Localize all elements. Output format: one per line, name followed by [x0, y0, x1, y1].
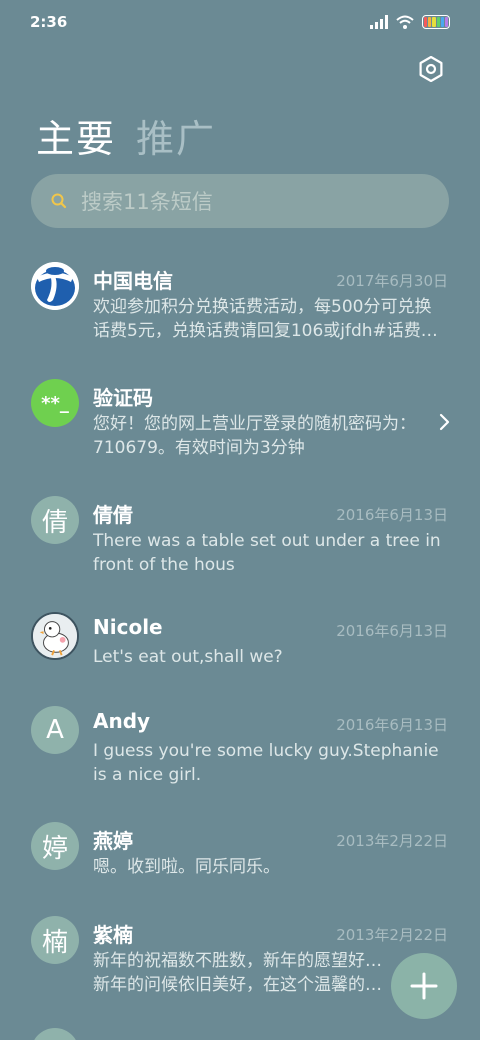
- avatar: A: [31, 706, 79, 754]
- message-line: 嗯。收到啦。同乐同乐。: [93, 857, 280, 877]
- avatar: **_: [31, 379, 79, 427]
- message-preview: There was a table set out under a tree i…: [93, 529, 447, 577]
- tab-primary[interactable]: 主要: [36, 108, 116, 163]
- conversation-item[interactable]: 婷 燕婷 2013年2月22日 嗯。收到啦。同乐同乐。: [0, 818, 480, 908]
- message-preview: 新年的祝福数不胜数，新年的愿望好多好多 新年的问候依旧美好，在这个温馨的时刻: [93, 949, 393, 997]
- message-line: 您好！您的网上营业厅登录的随机密码为：: [93, 414, 416, 434]
- message-line: 话费5元，兑换话费请回复106或jfdh#话费…: [93, 321, 438, 341]
- message-date: 2013年2月22日: [336, 926, 448, 944]
- message-preview: 您好！您的网上营业厅登录的随机密码为： 710679。有效时间为3分钟: [93, 412, 433, 460]
- avatar: 楠: [31, 916, 79, 964]
- message-line: 710679。有效时间为3分钟: [93, 438, 305, 458]
- conversation-item[interactable]: Nicole 2016年6月13日 Let's eat out,shall we…: [0, 608, 480, 698]
- conversation-item[interactable]: A Andy 2016年6月13日 I guess you're some lu…: [0, 702, 480, 812]
- message-preview: Let's eat out,shall we?: [93, 645, 447, 669]
- contact-name: 验证码: [93, 386, 153, 410]
- contact-name: 倩倩: [93, 503, 133, 527]
- message-preview: 嗯。收到啦。同乐同乐。: [93, 855, 447, 879]
- message-preview: 欢迎参加积分兑换话费活动，每500分可兑换 话费5元，兑换话费请回复106或jf…: [93, 295, 447, 343]
- message-preview: I guess you're some lucky guy.Stephanie …: [93, 739, 447, 787]
- message-line: is a nice girl.: [93, 765, 202, 785]
- settings-gear-icon[interactable]: [418, 56, 444, 82]
- avatar: 倩: [31, 496, 79, 544]
- message-line: 新年的问候依旧美好，在这个温馨的时刻: [93, 975, 393, 995]
- contact-name: 燕婷: [93, 829, 133, 853]
- contact-name: 中国电信: [93, 269, 173, 293]
- signal-icon: [370, 15, 388, 29]
- chevron-right-icon[interactable]: [438, 413, 450, 431]
- message-date: 2016年6月13日: [336, 716, 448, 734]
- status-bar: 2:36: [0, 0, 480, 44]
- message-line: Let's eat out,shall we?: [93, 647, 283, 667]
- conversation-item[interactable]: **_ 验证码 您好！您的网上营业厅登录的随机密码为： 710679。有效时间为…: [0, 375, 480, 485]
- avatar: [31, 1028, 79, 1040]
- message-line: 欢迎参加积分兑换话费活动，每500分可兑换: [93, 297, 432, 317]
- search-placeholder: 搜索11条短信: [81, 190, 213, 214]
- conversation-item[interactable]: 中国电信 2017年6月30日 欢迎参加积分兑换话费活动，每500分可兑换 话费…: [0, 258, 480, 368]
- wifi-icon: [396, 15, 414, 29]
- contact-name: Nicole: [93, 615, 163, 639]
- message-line: There was a table set out under a tree i…: [93, 531, 441, 551]
- search-input[interactable]: 搜索11条短信: [31, 174, 449, 228]
- message-date: 2016年6月13日: [336, 622, 448, 640]
- search-icon: [51, 193, 67, 209]
- status-icons: [370, 15, 450, 29]
- contact-name: Andy: [93, 709, 151, 733]
- message-line: front of the hous: [93, 555, 235, 575]
- message-date: 2013年2月22日: [336, 832, 448, 850]
- plus-icon: [410, 972, 438, 1000]
- message-date: 2016年6月13日: [336, 506, 448, 524]
- conversation-item[interactable]: 倩 倩倩 2016年6月13日 There was a table set ou…: [0, 492, 480, 602]
- tab-promotions[interactable]: 推广: [136, 108, 216, 163]
- contact-name: 紫楠: [93, 923, 133, 947]
- message-line: I guess you're some lucky guy.Stephanie: [93, 741, 439, 761]
- status-time: 2:36: [30, 13, 68, 31]
- new-message-button[interactable]: [391, 953, 457, 1019]
- message-date: 2017年6月30日: [336, 272, 448, 290]
- conversation-item[interactable]: [0, 1028, 480, 1040]
- avatar: 婷: [31, 822, 79, 870]
- china-telecom-logo-icon: [31, 262, 79, 310]
- message-line: 新年的祝福数不胜数，新年的愿望好多好多: [93, 951, 393, 971]
- cartoon-duck-avatar-icon: [31, 612, 79, 660]
- battery-icon: [422, 15, 450, 29]
- tab-bar: 主要 推广: [36, 108, 216, 163]
